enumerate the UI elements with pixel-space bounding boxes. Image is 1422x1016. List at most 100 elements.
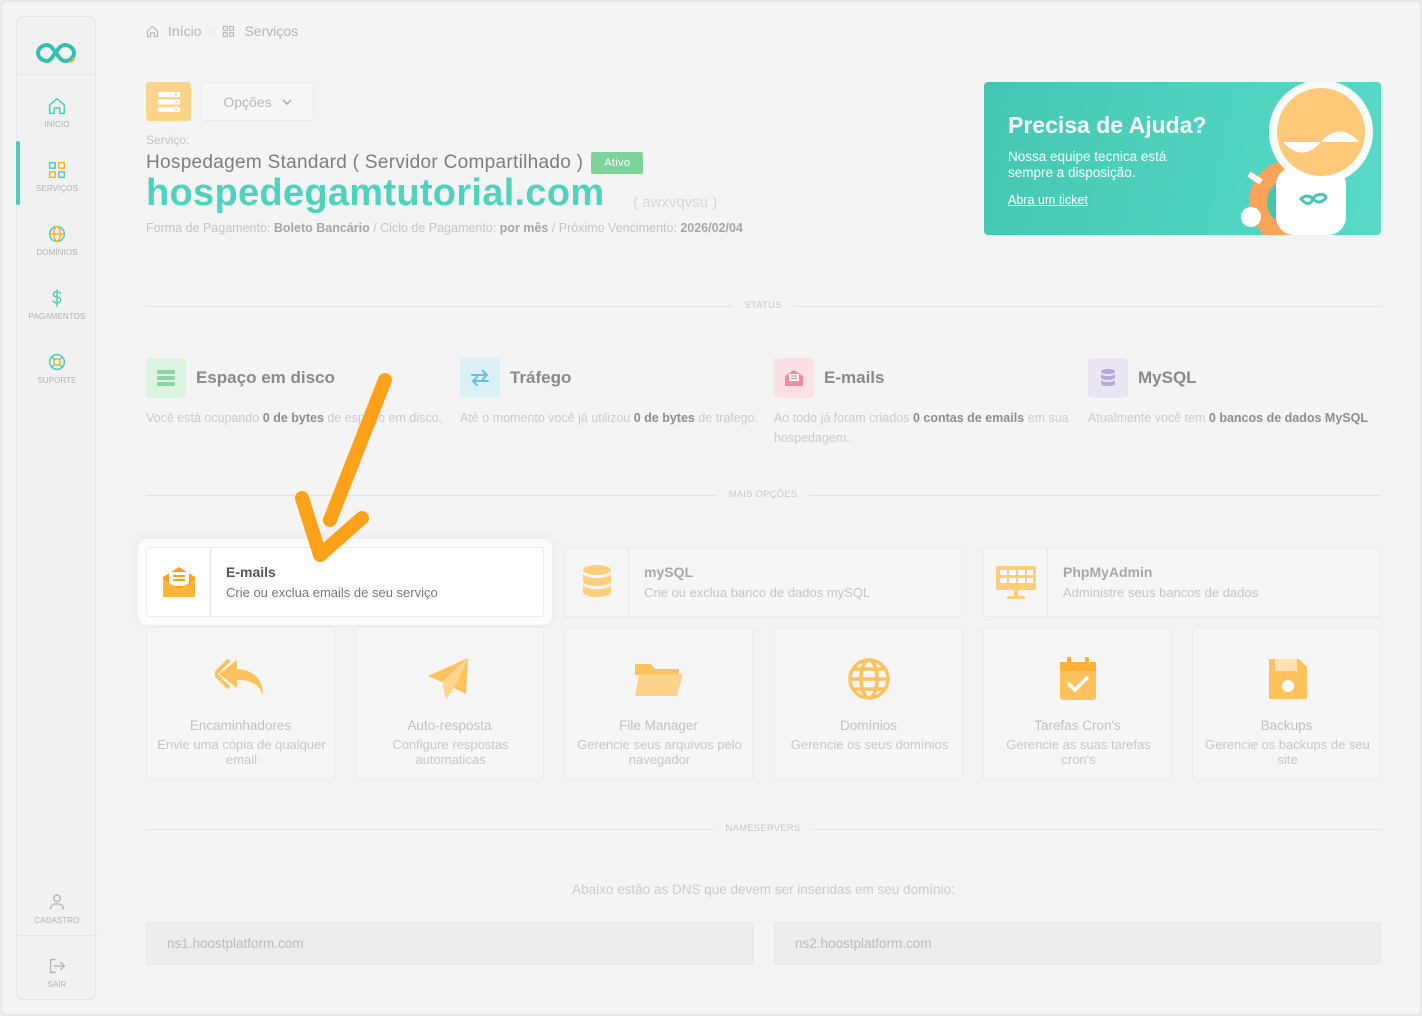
status-traffic: Tráfego Até o momento você já utilizou 0… <box>460 358 760 428</box>
status-text: Você está ocupando <box>146 411 263 425</box>
status-emails: E-mails Ao todo já foram criados 0 conta… <box>774 358 1074 448</box>
annotation-arrow-icon <box>295 373 392 562</box>
status-text: Ao todo já foram criados <box>774 411 913 425</box>
tile-file-manager[interactable]: File Manager Gerencie seus arquivos pelo… <box>564 627 753 780</box>
status-section-label: STATUS <box>732 300 794 311</box>
more-options-section-label: MAIS OPÇÕES <box>716 489 810 500</box>
status-text: Até o momento você já utilizou <box>460 411 634 425</box>
dollar-icon <box>52 289 62 307</box>
tile-title: Tarefas Cron's <box>1034 718 1121 733</box>
payment-due-label: / Próximo Vencimento: <box>548 221 677 235</box>
status-value: 0 bancos de dados MySQL <box>1208 411 1368 425</box>
status-description: Até o momento você já utilizou 0 de byte… <box>460 408 760 428</box>
options-dropdown[interactable]: Opções <box>201 82 314 121</box>
astronaut-illustration-icon <box>1241 82 1373 235</box>
service-icon-button[interactable] <box>146 82 191 121</box>
status-title: MySQL <box>1138 368 1197 387</box>
payment-info: Forma de Pagamento: Boleto Bancário / Ci… <box>146 221 743 235</box>
database-icon <box>1088 358 1128 398</box>
status-title: Tráfego <box>510 368 572 387</box>
tile-backups[interactable]: Backups Gerencie os backups de seu site <box>1192 627 1381 780</box>
ns1-field[interactable]: ns1.hoostplatform.com <box>146 922 753 965</box>
sidebar-label: SUPORTE <box>37 376 77 385</box>
payment-form-value: Boleto Bancário <box>273 221 370 235</box>
sidebar: INÍCIO SERVIÇOS DOMÍNIOS PAGAMENTOS SUPO… <box>16 16 97 1000</box>
breadcrumb-separator: · <box>209 24 214 38</box>
globe-icon <box>847 658 890 700</box>
floppy-icon <box>1268 659 1307 699</box>
home-icon <box>146 25 159 37</box>
tile-subtitle: Gerencie os seus domínios <box>790 737 949 752</box>
tile-dominios[interactable]: Domínios Gerencie os seus domínios <box>774 627 963 780</box>
sidebar-label: DOMÍNIOS <box>36 248 78 257</box>
sidebar-label: PAGAMENTOS <box>28 312 86 321</box>
status-badge: Ativo <box>591 152 644 174</box>
help-banner: Precisa de Ajuda? Nossa equipe tecnica e… <box>984 82 1381 235</box>
options-label: Opções <box>223 93 272 110</box>
breadcrumb-current[interactable]: Serviços <box>244 23 298 39</box>
payment-due-value: 2026/02/04 <box>680 221 743 235</box>
sidebar-label: INÍCIO <box>44 120 70 129</box>
tile-encaminhadores[interactable]: Encaminhadores Envie uma cópia de qualqu… <box>146 627 335 780</box>
option-subtitle: Administre seus bancos de dados <box>1063 585 1259 600</box>
status-mysql: MySQL Atualmente você tem 0 bancos de da… <box>1088 358 1388 428</box>
sidebar-item-pagamentos[interactable]: PAGAMENTOS <box>17 287 97 339</box>
status-value: 0 de bytes <box>633 411 695 425</box>
sidebar-item-sair[interactable]: SAIR <box>17 955 97 1007</box>
sidebar-divider <box>17 935 97 936</box>
option-title: PhpMyAdmin <box>1063 564 1153 580</box>
tile-title: Backups <box>1260 718 1313 733</box>
tile-title: Encaminhadores <box>189 718 292 733</box>
help-title: Precisa de Ajuda? <box>1008 112 1207 138</box>
sidebar-label: SAIR <box>47 980 67 989</box>
database-icon <box>565 548 629 616</box>
home-icon <box>48 97 66 115</box>
sidebar-item-inicio[interactable]: INÍCIO <box>17 95 97 147</box>
service-caption: Serviço: <box>146 133 190 147</box>
sidebar-item-dominios[interactable]: DOMÍNIOS <box>17 223 97 275</box>
app-logo[interactable] <box>17 31 97 75</box>
tile-subtitle: Gerencie os backups de seu site <box>1205 737 1370 767</box>
tile-auto-resposta[interactable]: Auto-resposta Configure respostas automa… <box>355 627 544 780</box>
status-title: E-mails <box>824 368 885 387</box>
ns2-field[interactable]: ns2.hoostplatform.com <box>774 922 1381 965</box>
status-description: Atualmente você tem 0 bancos de dados My… <box>1088 408 1388 428</box>
infinity-logo-icon <box>35 42 77 64</box>
payment-cycle-value: por mês <box>499 221 549 235</box>
send-icon <box>427 658 468 700</box>
tile-subtitle: Gerencie as suas tarefas cron's <box>1006 737 1151 767</box>
email-icon <box>147 548 211 616</box>
forward-icon <box>214 658 263 696</box>
option-subtitle: Crie ou exclua emails de seu serviço <box>226 585 438 600</box>
globe-icon <box>48 225 66 243</box>
breadcrumb-home[interactable]: Início <box>168 23 201 39</box>
payment-cycle-label: / Ciclo de Pagamento: <box>369 221 497 235</box>
dashboard-icon <box>984 548 1048 616</box>
lifebuoy-icon <box>48 353 66 371</box>
tile-subtitle: Envie uma cópia de qualquer email <box>157 737 326 767</box>
option-subtitle: Crie ou exclua banco de dados mySQL <box>644 585 871 600</box>
sidebar-item-suporte[interactable]: SUPORTE <box>17 351 97 403</box>
tile-subtitle: Gerencie seus arquivos pelo navegador <box>577 737 742 767</box>
sidebar-item-servicos[interactable]: SERVIÇOS <box>17 159 97 211</box>
payment-form-label: Forma de Pagamento: <box>146 221 271 235</box>
logout-icon <box>49 958 66 974</box>
grid-icon <box>223 25 235 37</box>
folder-icon <box>634 664 683 696</box>
grid-icon <box>48 161 66 179</box>
tile-subtitle: Configure respostas automaticas <box>392 737 509 767</box>
tile-title: File Manager <box>619 718 698 733</box>
breadcrumb: Início · Serviços <box>145 23 298 39</box>
calendar-check-icon <box>1059 657 1096 700</box>
service-plan-name: Hospedagem Standard ( Servidor Compartil… <box>146 152 584 173</box>
tile-tarefas-cron[interactable]: Tarefas Cron's Gerencie as suas tarefas … <box>983 627 1172 780</box>
server-icon <box>146 358 186 398</box>
mysql-option-card[interactable]: mySQL Crie ou exclua banco de dados mySQ… <box>564 547 962 617</box>
mail-icon <box>774 358 814 398</box>
tile-title: Auto-resposta <box>407 718 492 733</box>
open-ticket-link[interactable]: Abra um ticket <box>1008 193 1088 207</box>
phpmyadmin-option-card[interactable]: PhpMyAdmin Administre seus bancos de dad… <box>983 547 1381 617</box>
status-description: Ao todo já foram criados 0 contas de ema… <box>774 408 1074 448</box>
chevron-down-icon <box>282 98 292 105</box>
nameservers-section-label: NAMESERVERS <box>713 823 813 834</box>
